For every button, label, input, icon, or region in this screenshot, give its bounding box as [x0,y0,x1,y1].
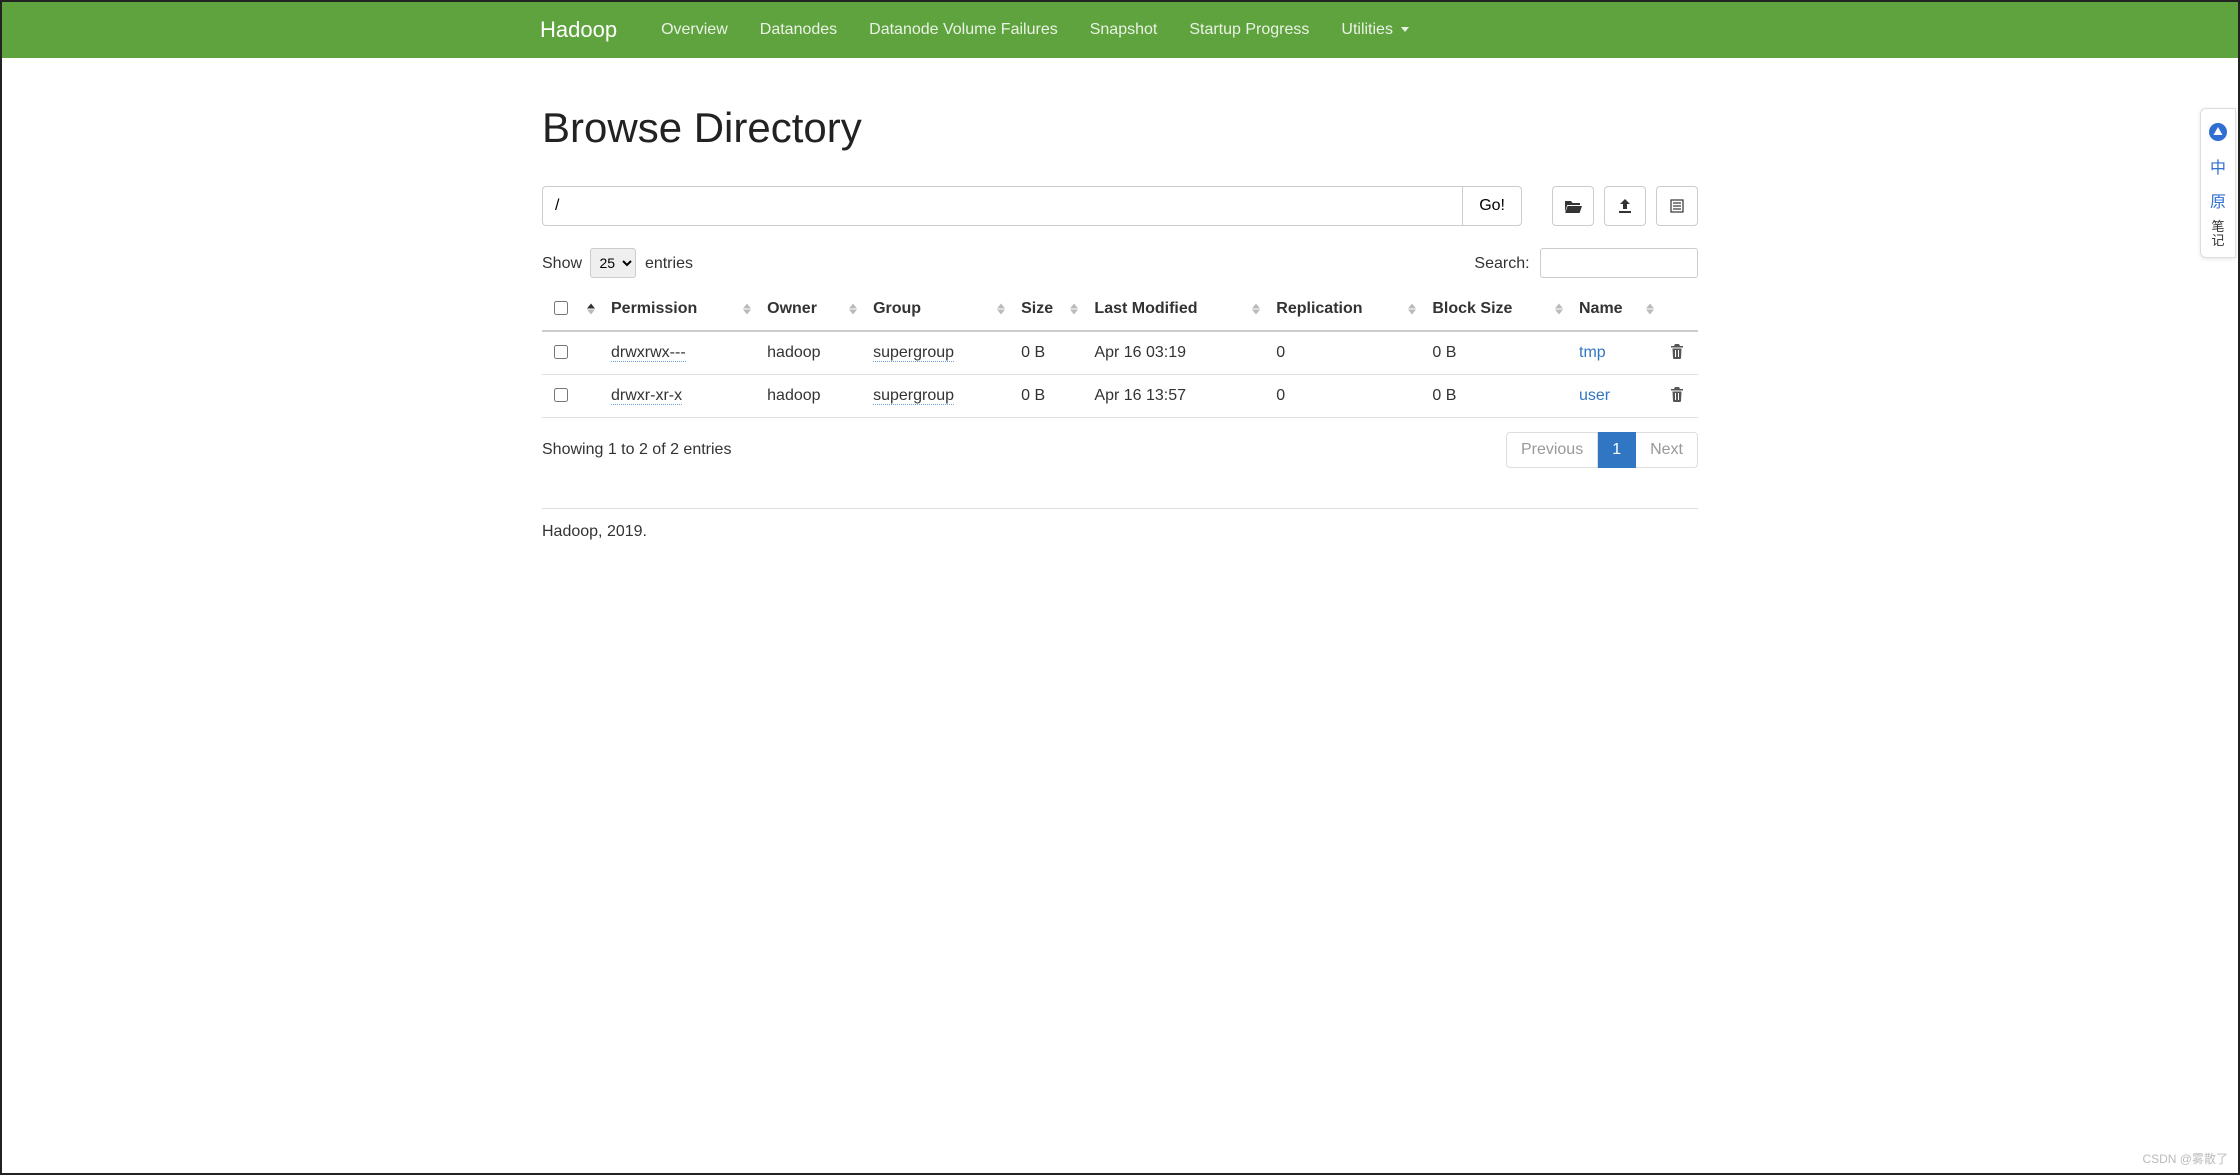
sort-icon [1408,304,1416,315]
owner-cell: hadoop [759,375,865,418]
next-button[interactable]: Next [1636,432,1698,468]
permission-cell: drwxrwx--- [611,344,686,362]
table-info: Showing 1 to 2 of 2 entries [542,441,731,459]
nav-startup-progress[interactable]: Startup Progress [1173,2,1325,58]
col-blocksize[interactable]: Block Size [1424,288,1571,331]
main-container: Browse Directory Go! Show 25 entries Sea… [540,104,1700,541]
select-all-checkbox[interactable] [554,301,568,315]
search-input[interactable] [1540,248,1698,278]
side-char-2[interactable]: 原 [2205,187,2231,213]
triangle-circle-icon [2208,122,2228,142]
table-controls: Show 25 entries Search: [542,248,1698,278]
sort-icon [1070,304,1078,315]
delete-button[interactable] [1670,346,1684,363]
trash-icon [1670,386,1684,402]
group-cell: supergroup [873,387,954,405]
sort-icon [849,304,857,315]
sort-icon [1252,304,1260,315]
side-logo-icon[interactable] [2205,119,2231,145]
path-input-group: Go! [542,186,1522,226]
name-link[interactable]: user [1579,387,1610,404]
trash-icon [1670,343,1684,359]
table-row: drwxrwx---hadoopsupergroup0 BApr 16 03:1… [542,331,1698,375]
chevron-down-icon [1401,27,1409,32]
side-widget: 中 原 笔 记 [2200,108,2236,258]
side-char-1[interactable]: 中 [2205,153,2231,179]
search-label: Search: [1474,255,1529,272]
owner-cell: hadoop [759,331,865,375]
replication-cell: 0 [1268,375,1424,418]
blocksize-cell: 0 B [1424,331,1571,375]
toolbar-icons [1552,186,1698,226]
page-1-button[interactable]: 1 [1598,432,1636,468]
upload-button[interactable] [1604,186,1646,226]
sort-icon [1646,304,1654,315]
col-group[interactable]: Group [865,288,1013,331]
col-size[interactable]: Size [1013,288,1086,331]
show-entries: Show 25 entries [542,248,693,278]
path-row: Go! [542,186,1698,226]
navbar: Hadoop Overview Datanodes Datanode Volum… [2,2,2238,58]
nav-utilities-label: Utilities [1341,21,1393,38]
permission-cell: drwxr-xr-x [611,387,682,405]
go-button[interactable]: Go! [1462,186,1522,226]
replication-cell: 0 [1268,331,1424,375]
brand[interactable]: Hadoop [540,17,617,43]
nav-utilities[interactable]: Utilities [1325,2,1425,58]
sort-icon [587,304,595,315]
path-input[interactable] [542,186,1462,226]
side-notes[interactable]: 笔 记 [2205,221,2231,247]
show-label-pre: Show [542,255,582,272]
col-name[interactable]: Name [1571,288,1662,331]
nav-volume-failures[interactable]: Datanode Volume Failures [853,2,1074,58]
size-cell: 0 B [1013,331,1086,375]
watermark: CSDN @雾散了 [2142,1150,2228,1167]
group-cell: supergroup [873,344,954,362]
col-permission[interactable]: Permission [603,288,759,331]
delete-button[interactable] [1670,389,1684,406]
upload-icon [1617,198,1633,214]
previous-button[interactable]: Previous [1506,432,1598,468]
footer: Hadoop, 2019. [542,523,1698,541]
col-replication[interactable]: Replication [1268,288,1424,331]
sort-icon [1555,304,1563,315]
col-sort[interactable] [579,288,603,331]
nav-datanodes[interactable]: Datanodes [744,2,853,58]
header-row: Permission Owner Group Size Last Modifie… [542,288,1698,331]
directory-table: Permission Owner Group Size Last Modifie… [542,288,1698,418]
table-bottom: Showing 1 to 2 of 2 entries Previous 1 N… [542,432,1698,468]
list-icon [1670,199,1684,213]
nav-snapshot[interactable]: Snapshot [1074,2,1174,58]
blocksize-cell: 0 B [1424,375,1571,418]
col-checkbox [542,288,579,331]
footer-divider [542,508,1698,509]
row-checkbox[interactable] [554,388,568,402]
sort-icon [997,304,1005,315]
nav-links: Overview Datanodes Datanode Volume Failu… [645,2,1425,58]
col-owner[interactable]: Owner [759,288,865,331]
folder-open-icon [1564,199,1582,213]
nav-overview[interactable]: Overview [645,2,744,58]
search-box: Search: [1474,248,1698,278]
open-folder-button[interactable] [1552,186,1594,226]
navbar-inner: Hadoop Overview Datanodes Datanode Volum… [540,2,1700,58]
name-link[interactable]: tmp [1579,344,1606,361]
pagination: Previous 1 Next [1506,432,1698,468]
col-modified[interactable]: Last Modified [1086,288,1268,331]
new-folder-button[interactable] [1656,186,1698,226]
show-label-post: entries [645,255,693,272]
entries-select[interactable]: 25 [590,248,636,278]
modified-cell: Apr 16 03:19 [1086,331,1268,375]
row-checkbox[interactable] [554,345,568,359]
table-row: drwxr-xr-xhadoopsupergroup0 BApr 16 13:5… [542,375,1698,418]
page-title: Browse Directory [542,104,1698,152]
modified-cell: Apr 16 13:57 [1086,375,1268,418]
size-cell: 0 B [1013,375,1086,418]
sort-icon [743,304,751,315]
col-actions [1662,288,1698,331]
